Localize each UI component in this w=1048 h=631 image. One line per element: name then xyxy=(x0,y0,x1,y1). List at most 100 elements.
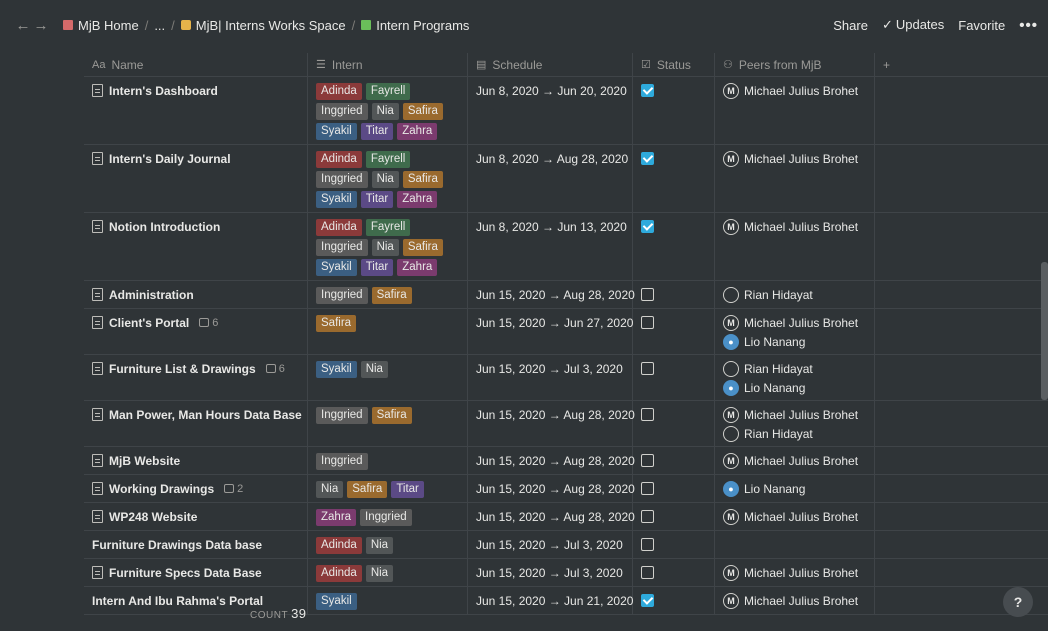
intern-tag[interactable]: Syakil xyxy=(316,123,357,140)
peers-cell[interactable]: M Michael Julius Brohet xyxy=(715,145,875,212)
intern-tag[interactable]: Nia xyxy=(365,565,394,582)
status-checkbox[interactable] xyxy=(641,152,654,165)
row-title[interactable]: Furniture Drawings Data base xyxy=(92,537,299,553)
intern-cell[interactable]: Adinda Fayrell Inggried Nia Safira Syakil Tita… xyxy=(308,77,468,144)
table-row[interactable]: Intern And Ibu Rahma's Portal Syakil Jun 1… xyxy=(84,587,1048,615)
row-title[interactable]: Furniture List & Drawings 6 xyxy=(92,361,299,377)
peer-person[interactable]: M Michael Julius Brohet xyxy=(723,151,866,167)
intern-tag[interactable]: Adinda xyxy=(316,83,362,100)
intern-tag[interactable]: Syakil xyxy=(316,361,357,378)
intern-tag[interactable]: Inggried xyxy=(316,171,368,188)
intern-tag[interactable]: Nia xyxy=(371,171,399,188)
intern-tag[interactable]: Nia xyxy=(371,103,399,120)
peer-person[interactable]: M Michael Julius Brohet xyxy=(723,407,866,423)
status-checkbox[interactable] xyxy=(641,220,654,233)
peer-person[interactable]: M Michael Julius Brohet xyxy=(723,509,866,525)
intern-tag[interactable]: Fayrell xyxy=(365,151,411,168)
peer-person[interactable]: M Michael Julius Brohet xyxy=(723,83,866,99)
name-cell[interactable]: Client's Portal 6 xyxy=(84,309,308,354)
column-header-add[interactable]: + xyxy=(875,53,917,76)
intern-cell[interactable]: Adinda Fayrell Inggried Nia Safira Syakil Tita… xyxy=(308,145,468,212)
comment-count[interactable]: 2 xyxy=(224,481,243,497)
status-checkbox[interactable] xyxy=(641,538,654,551)
peer-person[interactable]: M Michael Julius Brohet xyxy=(723,565,866,581)
intern-tag[interactable]: Nia xyxy=(316,481,344,498)
name-cell[interactable]: Working Drawings 2 xyxy=(84,475,308,502)
name-cell[interactable]: Intern's Daily Journal xyxy=(84,145,308,212)
intern-tag[interactable]: Inggried xyxy=(316,287,368,304)
peers-cell[interactable]: M Michael Julius Brohet xyxy=(715,587,875,614)
intern-cell[interactable]: Zahra Inggried xyxy=(308,503,468,530)
table-row[interactable]: Intern's Daily Journal Adinda Fayrell Inggr… xyxy=(84,145,1048,213)
peer-person[interactable]: M Michael Julius Brohet xyxy=(723,219,866,235)
name-cell[interactable]: WP248 Website xyxy=(84,503,308,530)
intern-tag[interactable]: Adinda xyxy=(316,219,362,236)
name-cell[interactable]: Notion Introduction xyxy=(84,213,308,280)
table-row[interactable]: Furniture List & Drawings 6 Syakil Nia Jun 1… xyxy=(84,355,1048,401)
intern-tag[interactable]: Zahra xyxy=(397,259,438,276)
row-title[interactable]: Man Power, Man Hours Data Base xyxy=(92,407,302,423)
peer-person[interactable]: M Michael Julius Brohet xyxy=(723,453,866,469)
table-row[interactable]: Intern's Dashboard Adinda Fayrell Inggried N… xyxy=(84,77,1048,145)
intern-tag[interactable]: Inggried xyxy=(316,103,368,120)
breadcrumb-item[interactable]: MjB Home xyxy=(60,18,142,33)
intern-cell[interactable]: Inggried Safira xyxy=(308,281,468,308)
intern-tag[interactable]: Inggried xyxy=(316,407,368,424)
intern-tag[interactable]: Safira xyxy=(402,103,443,120)
status-checkbox[interactable] xyxy=(641,288,654,301)
intern-tag[interactable]: Safira xyxy=(402,239,443,256)
intern-cell[interactable]: Safira xyxy=(308,309,468,354)
schedule-cell[interactable]: Jun 15, 2020 → Aug 28, 2020 xyxy=(468,401,635,446)
name-cell[interactable]: Administration xyxy=(84,281,308,308)
column-header-status[interactable]: ☑ Status xyxy=(633,53,715,76)
intern-tag[interactable]: Safira xyxy=(371,407,412,424)
intern-tag[interactable]: Inggried xyxy=(316,453,368,470)
column-header-schedule[interactable]: ▤ Schedule xyxy=(468,53,633,76)
name-cell[interactable]: Intern's Dashboard xyxy=(84,77,308,144)
row-title[interactable]: Intern's Dashboard xyxy=(92,83,299,99)
schedule-cell[interactable]: Jun 15, 2020 → Jun 21, 2020 xyxy=(468,587,633,614)
updates-button[interactable]: ✓ Updates xyxy=(882,17,944,33)
name-cell[interactable]: Furniture List & Drawings 6 xyxy=(84,355,308,400)
breadcrumb-item[interactable]: MjB| Interns Works Space xyxy=(178,18,349,33)
peer-person[interactable]: M Michael Julius Brohet xyxy=(723,315,866,331)
schedule-cell[interactable]: Jun 15, 2020 → Jul 3, 2020 xyxy=(468,531,633,558)
intern-tag[interactable]: Nia xyxy=(365,537,394,554)
intern-cell[interactable]: Adinda Nia xyxy=(308,559,468,586)
peers-cell[interactable]: M Michael Julius Brohet ● Lio Nanang xyxy=(715,309,875,354)
peer-person[interactable]: ● Lio Nanang xyxy=(723,481,866,497)
row-title[interactable]: Administration xyxy=(92,287,299,303)
comment-count[interactable]: 6 xyxy=(265,361,285,377)
status-checkbox[interactable] xyxy=(641,566,654,579)
schedule-cell[interactable]: Jun 8, 2020 → Jun 20, 2020 xyxy=(468,77,633,144)
table-row[interactable]: Notion Introduction Adinda Fayrell Inggried… xyxy=(84,213,1048,281)
back-arrow-icon[interactable]: ← xyxy=(14,17,32,34)
intern-tag[interactable]: Titar xyxy=(360,191,394,208)
status-checkbox[interactable] xyxy=(641,594,654,607)
peers-cell[interactable]: Rian Hidayat xyxy=(715,281,875,308)
intern-tag[interactable]: Adinda xyxy=(316,151,362,168)
schedule-cell[interactable]: Jun 15, 2020 → Aug 28, 2020 xyxy=(468,281,635,308)
intern-tag[interactable]: Safira xyxy=(402,171,443,188)
column-header-peers[interactable]: ⚇ Peers from MjB xyxy=(715,53,875,76)
column-header-name[interactable]: Aa Name xyxy=(84,53,308,76)
intern-cell[interactable]: Syakil xyxy=(308,587,468,614)
status-checkbox[interactable] xyxy=(641,482,654,495)
intern-tag[interactable]: Syakil xyxy=(316,191,357,208)
peers-cell[interactable]: M Michael Julius Brohet xyxy=(715,503,875,530)
intern-cell[interactable]: Inggried xyxy=(308,447,468,474)
schedule-cell[interactable]: Jun 8, 2020 → Jun 13, 2020 xyxy=(468,213,633,280)
peer-person[interactable]: Rian Hidayat xyxy=(723,287,866,303)
breadcrumb-item[interactable]: Intern Programs xyxy=(358,18,472,33)
intern-tag[interactable]: Adinda xyxy=(316,537,362,554)
schedule-cell[interactable]: Jun 15, 2020 → Jun 27, 2020 xyxy=(468,309,633,354)
share-button[interactable]: Share xyxy=(833,18,868,33)
comment-count[interactable]: 6 xyxy=(199,315,218,331)
column-header-intern[interactable]: ☰ Intern xyxy=(308,53,468,76)
peers-cell[interactable]: M Michael Julius Brohet xyxy=(715,559,875,586)
intern-tag[interactable]: Zahra xyxy=(316,509,357,526)
status-checkbox[interactable] xyxy=(641,316,654,329)
table-row[interactable]: MjB Website Inggried Jun 15, 2020 → Aug 28… xyxy=(84,447,1048,475)
intern-tag[interactable]: Titar xyxy=(391,481,424,498)
peers-cell[interactable]: M Michael Julius Brohet xyxy=(715,447,875,474)
